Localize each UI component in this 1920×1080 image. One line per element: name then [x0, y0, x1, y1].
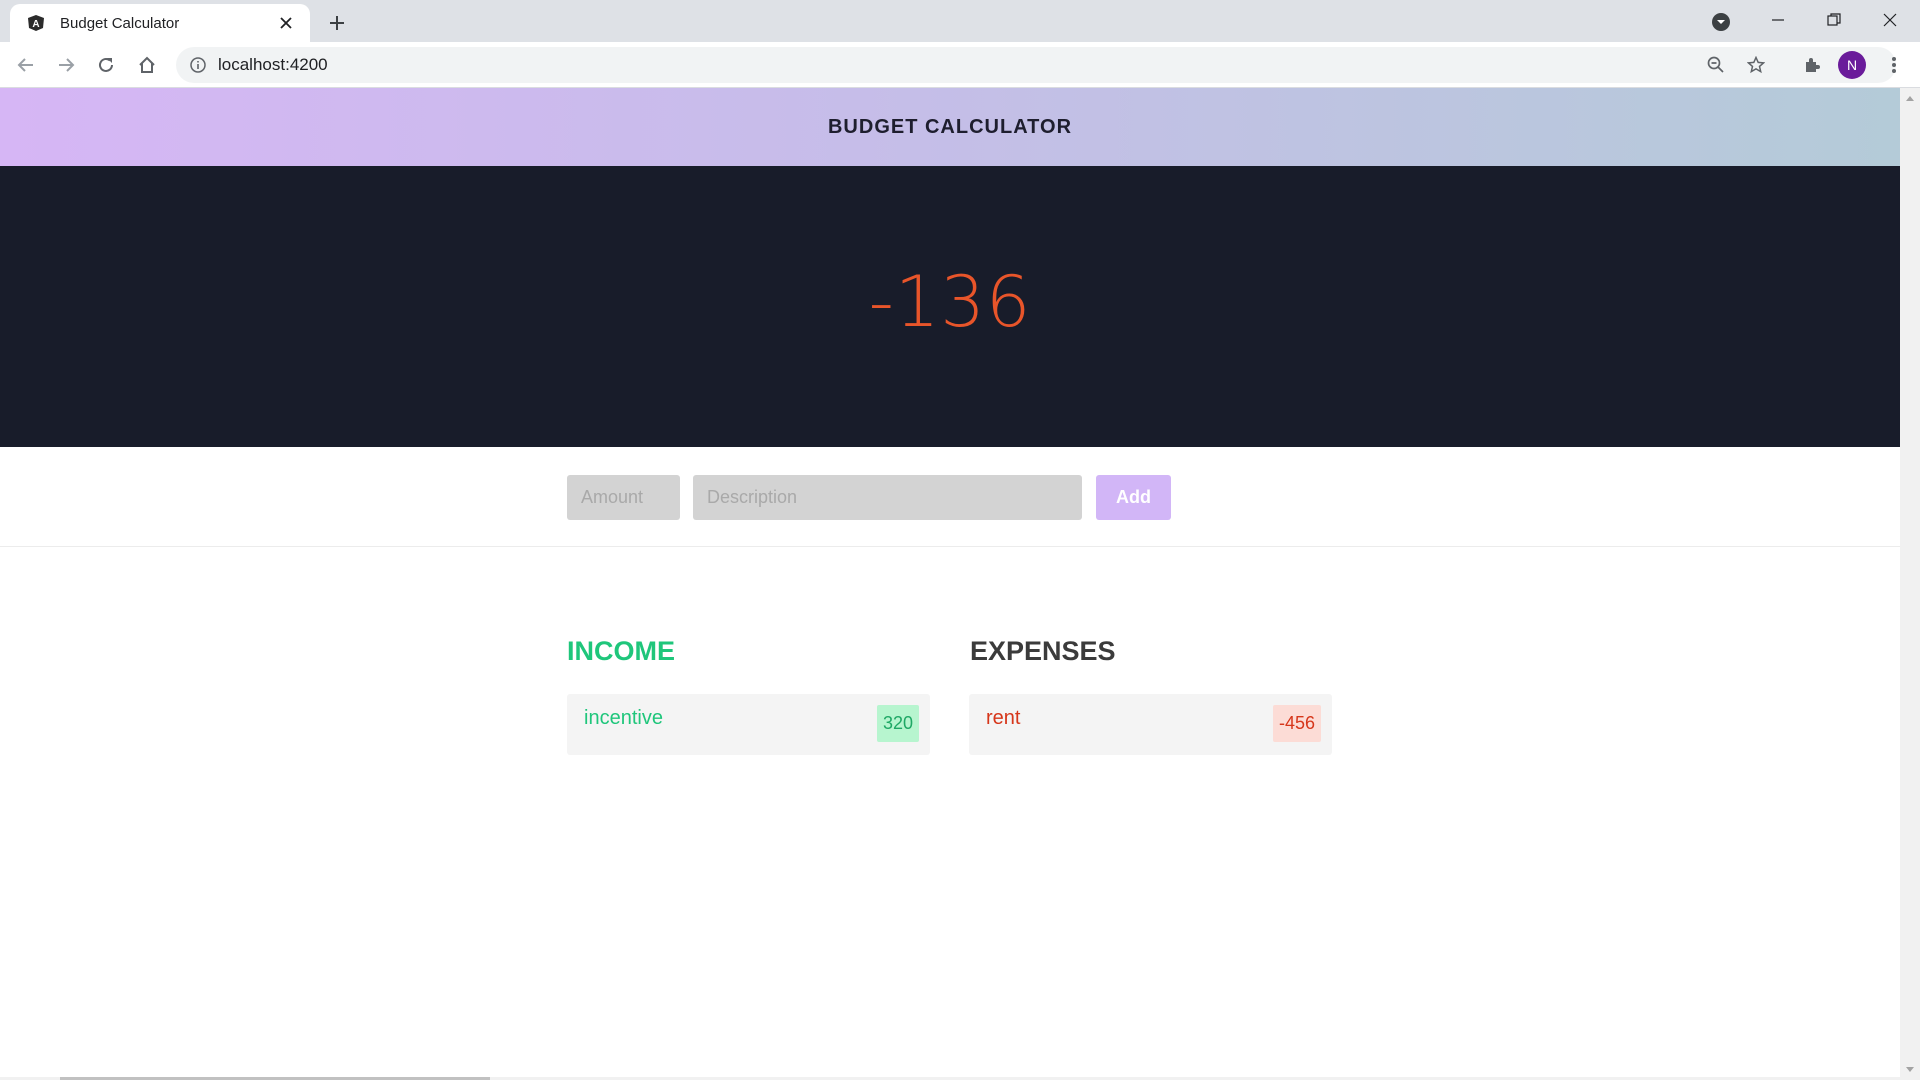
tab-search-icon[interactable]	[1708, 9, 1734, 35]
total-panel: -136	[0, 166, 1900, 447]
url-text: localhost:4200	[218, 55, 328, 74]
extensions-icon[interactable]	[1796, 49, 1828, 81]
app-title: BUDGET CALCULATOR	[827, 115, 1073, 138]
new-tab-button[interactable]	[322, 8, 352, 38]
expense-item-description: rent	[986, 707, 1021, 729]
forward-icon[interactable]	[50, 49, 82, 81]
close-window-icon[interactable]	[1862, 0, 1918, 40]
home-icon[interactable]	[131, 49, 163, 81]
scroll-up-icon[interactable]	[1900, 88, 1920, 108]
restore-icon[interactable]	[1806, 0, 1862, 40]
expense-item[interactable]: rent -456	[969, 694, 1332, 755]
scroll-down-icon[interactable]	[1900, 1060, 1920, 1080]
reload-icon[interactable]	[90, 49, 122, 81]
bookmark-star-icon[interactable]	[1744, 53, 1768, 77]
income-item-amount: 320	[876, 705, 919, 742]
tab-title: Budget Calculator	[60, 14, 180, 32]
income-heading: INCOME	[567, 636, 675, 666]
svg-text:A: A	[32, 19, 39, 30]
description-input[interactable]	[693, 475, 1082, 520]
add-button[interactable]: Add	[1096, 475, 1171, 520]
budget-total: -136	[868, 260, 1032, 343]
income-item-description: incentive	[584, 707, 663, 729]
browser-tabstrip: A Budget Calculator	[0, 0, 1920, 42]
page-viewport: BUDGET CALCULATOR -136 Add INCOME EXPENS…	[0, 88, 1900, 1080]
browser-toolbar: localhost:4200 N	[0, 42, 1920, 88]
menu-icon[interactable]	[1878, 49, 1910, 81]
browser-tab[interactable]: A Budget Calculator	[10, 4, 310, 42]
profile-avatar[interactable]: N	[1838, 51, 1866, 79]
back-icon[interactable]	[10, 49, 42, 81]
minimize-icon[interactable]	[1750, 0, 1806, 40]
address-bar[interactable]: localhost:4200	[176, 47, 1896, 83]
amount-input[interactable]	[567, 475, 680, 520]
expenses-heading: EXPENSES	[970, 636, 1116, 666]
angular-icon: A	[26, 13, 46, 33]
close-tab-icon[interactable]	[274, 11, 298, 35]
expense-item-amount: -456	[1272, 705, 1321, 742]
site-info-icon[interactable]	[188, 55, 208, 75]
zoom-icon[interactable]	[1704, 53, 1728, 77]
income-item[interactable]: incentive 320	[567, 694, 930, 755]
add-item-form: Add	[0, 447, 1900, 547]
vertical-scrollbar[interactable]	[1900, 88, 1920, 1080]
app-header: BUDGET CALCULATOR	[0, 88, 1900, 166]
